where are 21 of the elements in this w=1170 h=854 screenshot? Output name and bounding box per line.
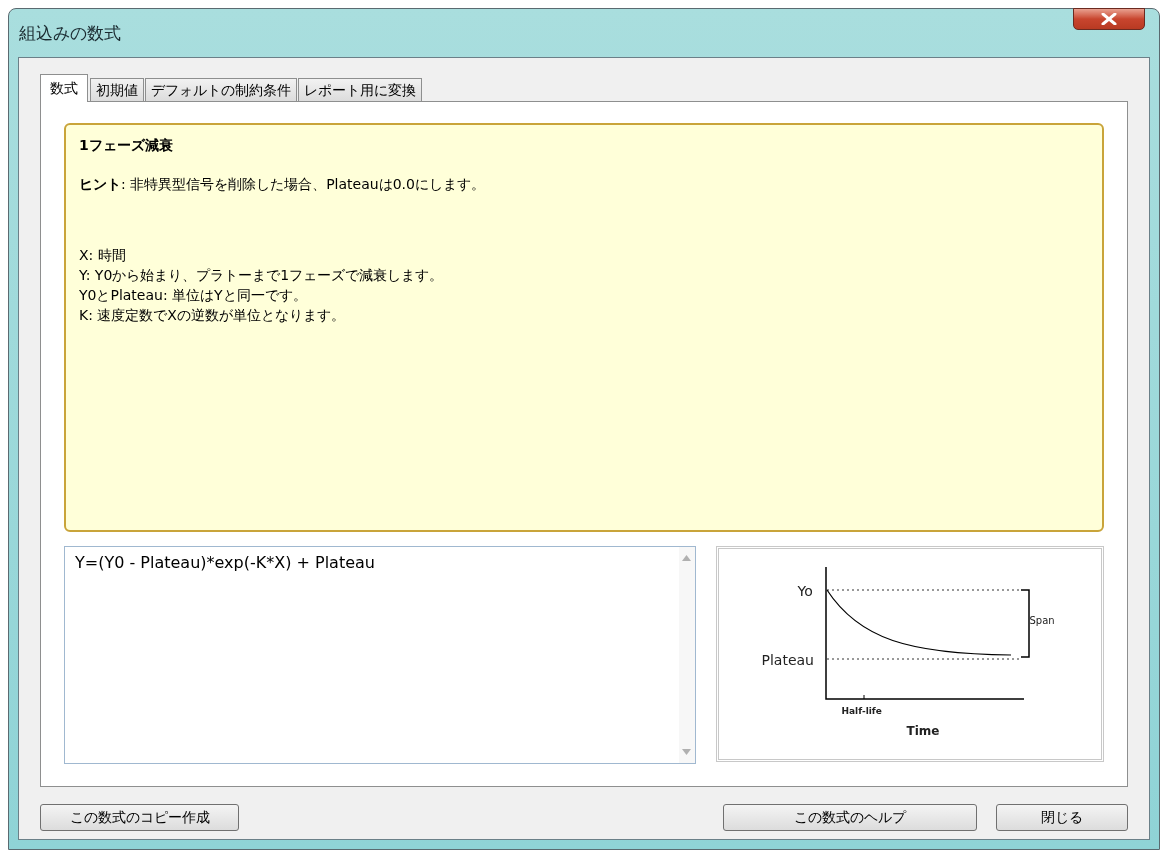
span-label: Span	[1029, 613, 1055, 628]
description-line: K: 速度定数でXの逆数が単位となります。	[79, 306, 346, 325]
tick-label: Half-life	[841, 704, 882, 718]
dialog-button[interactable]: 閉じる	[996, 804, 1128, 831]
close-icon	[1101, 13, 1117, 25]
tab[interactable]: レポート用に変換	[298, 78, 422, 102]
description-line: Y0とPlateau: 単位はYと同一です。	[79, 286, 308, 305]
axis-label: Plateau	[761, 650, 814, 670]
formula-title: 1フェーズ減衰	[79, 136, 174, 155]
tab[interactable]: 初期値	[90, 78, 144, 102]
axis-label: Yo	[797, 581, 813, 601]
tab[interactable]: デフォルトの制約条件	[145, 78, 297, 102]
axis-title: Time	[906, 722, 940, 740]
description-line: X: 時間	[79, 246, 127, 265]
dialog-button[interactable]: この数式のコピー作成	[40, 804, 239, 831]
description-line: Y: Y0から始まり、プラトーまで1フェーズで減衰します。	[79, 266, 445, 285]
dialog-button[interactable]: この数式のヘルプ	[723, 804, 977, 831]
hint-text: ヒント: 非特異型信号を削除した場合、Plateauは0.0にします。	[79, 175, 486, 194]
window-title: 組込みの数式	[19, 22, 121, 45]
tab[interactable]: 数式	[40, 74, 88, 102]
close-button[interactable]	[1073, 8, 1145, 30]
